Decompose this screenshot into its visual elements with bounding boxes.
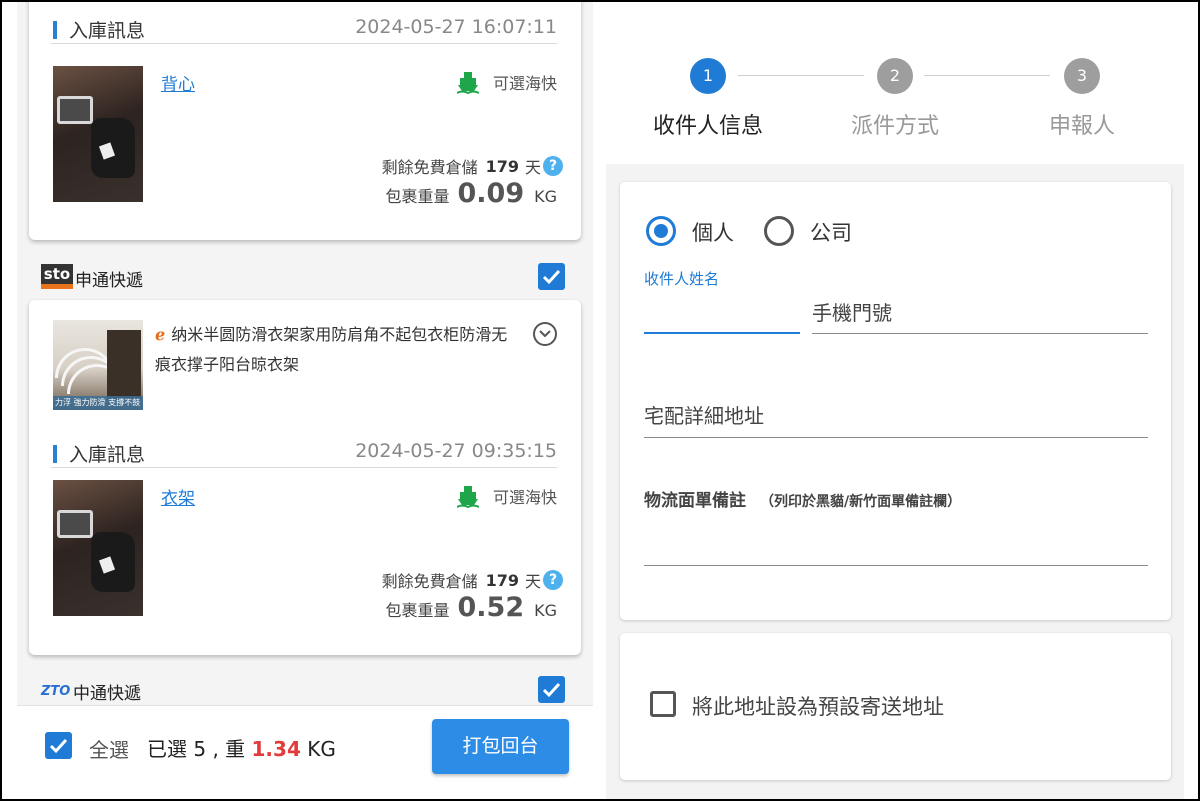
help-icon[interactable]: ? xyxy=(543,156,563,176)
parcel-weight: 包裹重量 0.09 KG xyxy=(385,178,557,209)
parcel-list-panel: 入庫訊息 2024-05-27 16:07:11 背心 可選海快 剩餘免費倉儲 … xyxy=(17,2,593,799)
item-name-link[interactable]: 衣架 xyxy=(161,484,195,509)
select-all-label[interactable]: 全選 xyxy=(89,734,129,763)
inbound-time: 2024-05-27 09:35:15 xyxy=(355,440,557,462)
inbound-info-label: 入庫訊息 xyxy=(69,444,146,466)
check-icon xyxy=(49,738,68,754)
radio-personal-label[interactable]: 個人 xyxy=(692,217,734,247)
inbound-time: 2024-05-27 16:07:11 xyxy=(355,16,557,38)
radio-company[interactable] xyxy=(764,216,794,246)
weight-value: 0.52 xyxy=(457,592,525,623)
storage-unit: 天 xyxy=(524,572,541,591)
recipient-form-panel: 1 收件人信息 2 派件方式 3 申報人 個人 公司 收件人姓名 手機門號 宅配… xyxy=(606,2,1184,799)
bottom-action-bar: 全選 已選 5 , 重 1.34 KG 打包回台 xyxy=(17,705,593,799)
ship-icon xyxy=(456,486,479,508)
inbound-info-label: 入庫訊息 xyxy=(69,20,146,42)
parcel-card-vest: 入庫訊息 2024-05-27 16:07:11 背心 可選海快 剩餘免費倉儲 … xyxy=(29,2,581,240)
step-1-circle[interactable]: 1 xyxy=(690,58,726,94)
step-1-label[interactable]: 收件人信息 xyxy=(628,108,788,140)
carrier-sto: sto 申通快遞 xyxy=(41,264,143,292)
weight-unit: KG xyxy=(534,187,557,206)
step-connector xyxy=(924,75,1050,76)
default-address-checkbox[interactable] xyxy=(650,691,676,717)
parcel-weight: 包裹重量 0.52 KG xyxy=(385,592,557,623)
default-address-label[interactable]: 將此地址設為預設寄送地址 xyxy=(692,691,944,721)
storage-days: 179 xyxy=(485,570,519,590)
shipping-option-label: 可選海快 xyxy=(492,74,557,93)
remark-label: 物流面單備註 （列印於黑貓/新竹面單備註欄） xyxy=(644,491,962,511)
parcel-card-hanger: 力浮 強力防滑 支撐不鼓包 ℯ纳米半圆防滑衣架家用防肩角不起包衣柜防滑无痕衣撑子… xyxy=(29,300,581,655)
default-address-card: 將此地址設為預設寄送地址 xyxy=(620,633,1171,780)
shipping-option: 可選海快 xyxy=(456,70,557,94)
radio-company-label[interactable]: 公司 xyxy=(810,217,852,247)
product-title-text: 纳米半圆防滑衣架家用防肩角不起包衣柜防滑无痕衣撑子阳台晾衣架 xyxy=(155,325,508,374)
step-2-label[interactable]: 派件方式 xyxy=(815,108,975,140)
ship-icon xyxy=(456,72,479,94)
step-connector xyxy=(738,75,864,76)
address-placeholder: 宅配詳細地址 xyxy=(644,404,764,428)
remark-field[interactable] xyxy=(644,565,1148,566)
checkout-stepper: 1 收件人信息 2 派件方式 3 申報人 xyxy=(606,2,1184,164)
zto-logo: ZTO xyxy=(41,684,71,699)
recipient-info-card: 個人 公司 收件人姓名 手機門號 宅配詳細地址 物流面單備註 （列印於黑貓/新竹面… xyxy=(620,182,1171,620)
section-accent-bar xyxy=(53,21,57,39)
weight-value: 0.09 xyxy=(457,178,525,209)
selected-weight: 1.34 xyxy=(251,737,301,761)
step-3-label[interactable]: 申報人 xyxy=(1002,108,1162,140)
radio-personal[interactable] xyxy=(646,216,676,246)
selection-summary: 已選 5 , 重 1.34 KG xyxy=(147,737,336,761)
aliexpress-icon: ℯ xyxy=(155,325,166,344)
chevron-down-icon xyxy=(539,330,551,338)
inbound-info-header: 入庫訊息 2024-05-27 16:07:11 xyxy=(51,14,557,44)
pack-and-ship-button[interactable]: 打包回台 xyxy=(432,719,569,774)
storage-label: 剩餘免費倉儲 xyxy=(381,572,478,591)
product-title: ℯ 纳米半圆防滑衣架家用防肩角不起包衣柜防滑无痕衣撑子阳台晾衣架 xyxy=(155,320,515,380)
shipping-option: 可選海快 xyxy=(456,484,557,508)
check-icon xyxy=(542,682,561,698)
free-storage: 剩餘免費倉儲 179 天 ? xyxy=(382,568,563,592)
step-3-circle[interactable]: 3 xyxy=(1064,58,1100,94)
weight-label: 包裹重量 xyxy=(385,601,450,620)
phone-field[interactable] xyxy=(812,333,1148,334)
item-name-link[interactable]: 背心 xyxy=(161,70,195,95)
carrier-zto: ZTO 中通快遞 xyxy=(41,679,141,704)
carrier-name: 中通快遞 xyxy=(73,684,141,704)
storage-unit: 天 xyxy=(524,158,541,177)
recipient-name-field[interactable] xyxy=(644,332,800,334)
expand-button[interactable] xyxy=(533,322,557,346)
item-photo[interactable] xyxy=(53,66,143,202)
phone-placeholder: 手機門號 xyxy=(812,301,892,325)
step-2-circle[interactable]: 2 xyxy=(877,58,913,94)
storage-label: 剩餘免費倉儲 xyxy=(381,158,478,177)
section-accent-bar xyxy=(53,445,57,463)
sto-logo: sto xyxy=(41,264,73,292)
carrier-name: 申通快遞 xyxy=(75,270,143,291)
check-icon xyxy=(542,269,561,285)
item-photo[interactable] xyxy=(53,480,143,616)
inbound-info-header: 入庫訊息 2024-05-27 09:35:15 xyxy=(51,438,557,468)
shipping-option-label: 可選海快 xyxy=(492,488,557,507)
select-all-checkbox[interactable] xyxy=(45,732,72,759)
storage-days: 179 xyxy=(485,156,519,176)
free-storage: 剩餘免費倉儲 179 天 ? xyxy=(382,154,563,178)
product-photo[interactable]: 力浮 強力防滑 支撐不鼓包 xyxy=(53,320,143,410)
weight-unit: KG xyxy=(534,601,557,620)
weight-label: 包裹重量 xyxy=(385,187,450,206)
remark-hint: （列印於黑貓/新竹面單備註欄） xyxy=(760,494,962,510)
address-field[interactable] xyxy=(644,437,1148,438)
carrier-zto-checkbox[interactable] xyxy=(538,676,565,703)
carrier-sto-checkbox[interactable] xyxy=(538,263,565,290)
recipient-name-label: 收件人姓名 xyxy=(644,270,720,288)
help-icon[interactable]: ? xyxy=(543,570,563,590)
